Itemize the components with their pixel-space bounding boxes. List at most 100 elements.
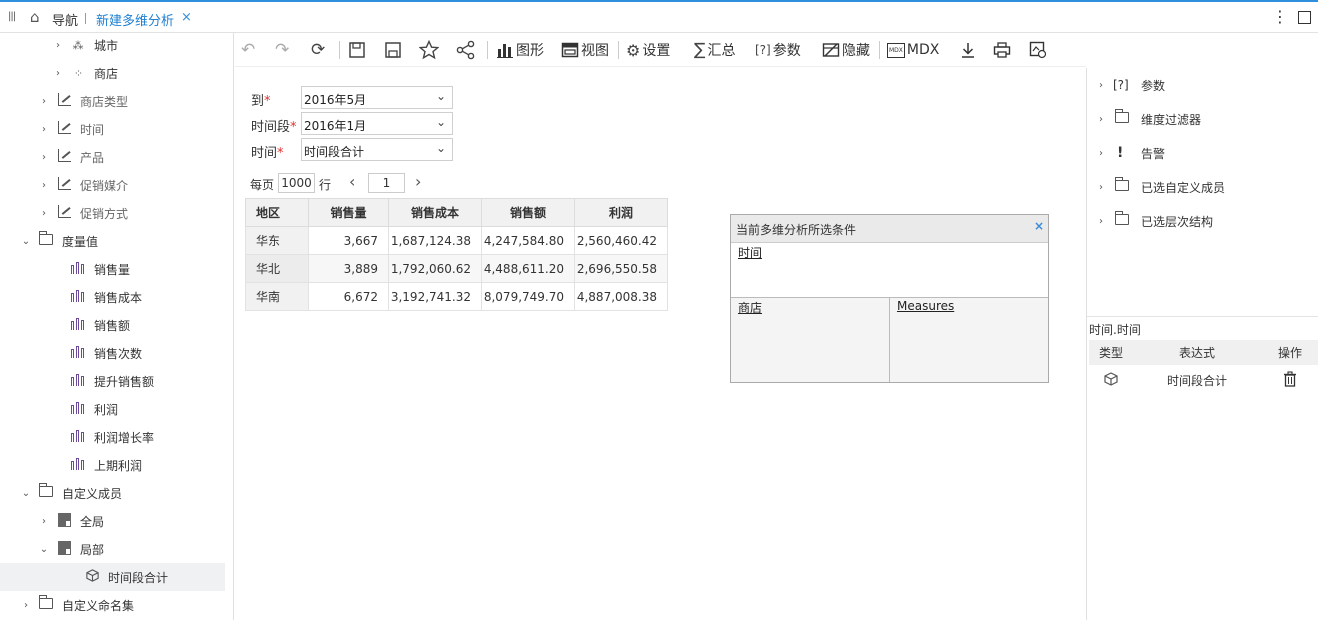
column-header[interactable]: 销售量 (308, 198, 389, 227)
tree-item[interactable]: › ⁂ 城市 (0, 33, 233, 59)
panel-section[interactable]: › 已选自定义成员 (1099, 176, 1225, 198)
panel-section[interactable]: › 维度过滤器 (1099, 108, 1201, 130)
chart-button[interactable]: 图形 (496, 39, 544, 61)
tree-item[interactable]: 利润增长率 (0, 423, 233, 451)
measure-icon (70, 457, 86, 473)
conditions-row-zone[interactable]: 商店 (731, 298, 889, 382)
maximize-icon[interactable] (1298, 11, 1311, 24)
column-header[interactable]: 销售额 (481, 198, 575, 227)
tab-close-icon[interactable]: × (181, 10, 192, 25)
prev-page-icon[interactable]: ‹ (349, 172, 355, 191)
tree-item[interactable]: 销售次数 (0, 339, 233, 367)
tree-item[interactable]: 销售成本 (0, 283, 233, 311)
tree-item[interactable]: › 时间 (0, 115, 233, 143)
tree-item[interactable]: › 促销媒介 (0, 171, 233, 199)
column-header[interactable]: 利润 (574, 198, 668, 227)
settings-button[interactable]: ⚙ 设置 (626, 39, 670, 61)
print-button[interactable] (993, 39, 1011, 61)
tree-item[interactable]: ⌄ 度量值 (0, 227, 233, 255)
trash-icon[interactable] (1261, 371, 1318, 390)
conditions-column-zone[interactable]: Measures (889, 298, 1048, 382)
mdx-button[interactable]: MDX MDX (887, 39, 939, 61)
chevron-right-icon[interactable]: › (52, 68, 64, 79)
active-tab-label[interactable]: 新建多维分析 (96, 10, 174, 29)
chevron-right-icon[interactable]: › (1099, 182, 1113, 193)
resource-tree[interactable]: › ⁂ 城市 › ⁘ 商店 › 商店类型 › 时间 › 产品 › 促销媒介 › 促销方式 ⌄ 度量值 销售量 销售成本… (0, 33, 234, 620)
chevron-down-icon[interactable]: ⌄ (38, 544, 50, 555)
chevron-right-icon[interactable]: › (38, 96, 50, 107)
save-button[interactable] (348, 39, 366, 61)
chevron-right-icon[interactable]: › (1099, 216, 1113, 227)
download-button[interactable] (959, 39, 977, 61)
chevron-right-icon[interactable]: › (38, 124, 50, 135)
chevron-right-icon[interactable]: › (1099, 114, 1113, 125)
tree-item[interactable]: › 全局 (0, 507, 233, 535)
chevron-down-icon[interactable]: ⌄ (20, 488, 32, 499)
time-condition-link[interactable]: 时间 (738, 246, 762, 260)
tree-item-label: 时间段合计 (108, 570, 169, 585)
column-header[interactable]: 销售成本 (388, 198, 482, 227)
parameter-button[interactable]: [?] 参数 (755, 39, 801, 61)
chevron-right-icon[interactable]: › (1099, 80, 1113, 91)
tree-item[interactable]: 销售量 (0, 255, 233, 283)
tree-item[interactable]: 提升销售额 (0, 367, 233, 395)
panel-section[interactable]: › [?] 参数 (1099, 74, 1165, 96)
per-page-input[interactable]: 1000 (278, 173, 315, 193)
favorite-button[interactable] (419, 39, 439, 61)
grid-icon: ⁘ (73, 67, 83, 80)
hide-button[interactable]: 隐藏 (822, 39, 870, 61)
chevron-right-icon[interactable]: › (38, 208, 50, 219)
conditions-title: 当前多维分析所选条件 (736, 223, 857, 237)
chevron-right-icon[interactable]: › (1099, 148, 1113, 159)
redo-button[interactable]: ↷ (275, 39, 289, 61)
chevron-down-icon: ⌄ (435, 89, 446, 103)
tree-item[interactable]: › 商店类型 (0, 87, 233, 115)
panel-section[interactable]: › 已选层次结构 (1099, 210, 1213, 232)
table-cell: 4,488,611.20 (481, 254, 575, 283)
chevron-right-icon[interactable]: › (20, 600, 32, 611)
nav-tab-label[interactable]: 导航 (52, 10, 78, 29)
tree-item[interactable]: 销售额 (0, 311, 233, 339)
param-to-select[interactable]: 2016年5月 ⌄ (301, 86, 453, 109)
tree-item[interactable]: › 产品 (0, 143, 233, 171)
save-as-button[interactable] (384, 39, 402, 61)
store-condition-link[interactable]: 商店 (738, 301, 762, 315)
column-header[interactable]: 地区 (245, 198, 309, 227)
home-icon[interactable]: ⌂ (30, 8, 40, 26)
summary-button[interactable]: ∑ 汇总 (694, 39, 735, 61)
tree-item[interactable]: › ⁘ 商店 (0, 59, 233, 87)
share-button[interactable] (456, 39, 476, 61)
measures-condition-link[interactable]: Measures (897, 299, 954, 313)
view-button[interactable]: 视图 (561, 39, 609, 61)
tree-item[interactable]: › 自定义命名集 (0, 591, 233, 619)
chevron-down-icon[interactable]: ⌄ (20, 236, 32, 247)
conditions-header[interactable]: 当前多维分析所选条件 × (731, 215, 1048, 243)
param-time-select[interactable]: 时间段合计 ⌄ (301, 138, 453, 161)
panel-section[interactable]: ›! 告警 (1099, 142, 1165, 164)
tree-item[interactable]: 时间段合计 (0, 563, 225, 591)
chevron-right-icon[interactable]: › (38, 516, 50, 527)
param-period-select[interactable]: 2016年1月 ⌄ (301, 112, 453, 135)
panel-toggle-icon[interactable]: ||| (8, 11, 16, 22)
close-icon[interactable]: × (1034, 219, 1044, 233)
next-page-icon[interactable]: › (415, 172, 421, 191)
chart-settings-button[interactable] (1029, 39, 1047, 61)
chevron-right-icon[interactable]: › (52, 40, 64, 51)
refresh-icon: ⟳ (311, 40, 326, 60)
chevron-right-icon[interactable]: › (38, 152, 50, 163)
tree-item[interactable]: ⌄ 局部 (0, 535, 233, 563)
tree-item[interactable]: › 促销方式 (0, 199, 233, 227)
tree-item[interactable]: ⌄ 自定义成员 (0, 479, 233, 507)
page-number-input[interactable]: 1 (368, 173, 405, 193)
chevron-right-icon[interactable]: › (38, 180, 50, 191)
folder-icon (38, 595, 54, 612)
tree-item[interactable]: 上期利润 (0, 451, 233, 479)
param-period-value: 2016年1月 (304, 119, 367, 133)
tree-item[interactable]: 利润 (0, 395, 233, 423)
table-cell: 1,687,124.38 (388, 226, 482, 255)
more-menu-icon[interactable]: ⋮ (1272, 7, 1288, 26)
conditions-filter-zone[interactable]: 时间 (731, 243, 1048, 298)
param-time-value: 时间段合计 (304, 145, 365, 159)
undo-button[interactable]: ↶ (241, 39, 255, 61)
refresh-button[interactable]: ⟳ (311, 39, 325, 61)
